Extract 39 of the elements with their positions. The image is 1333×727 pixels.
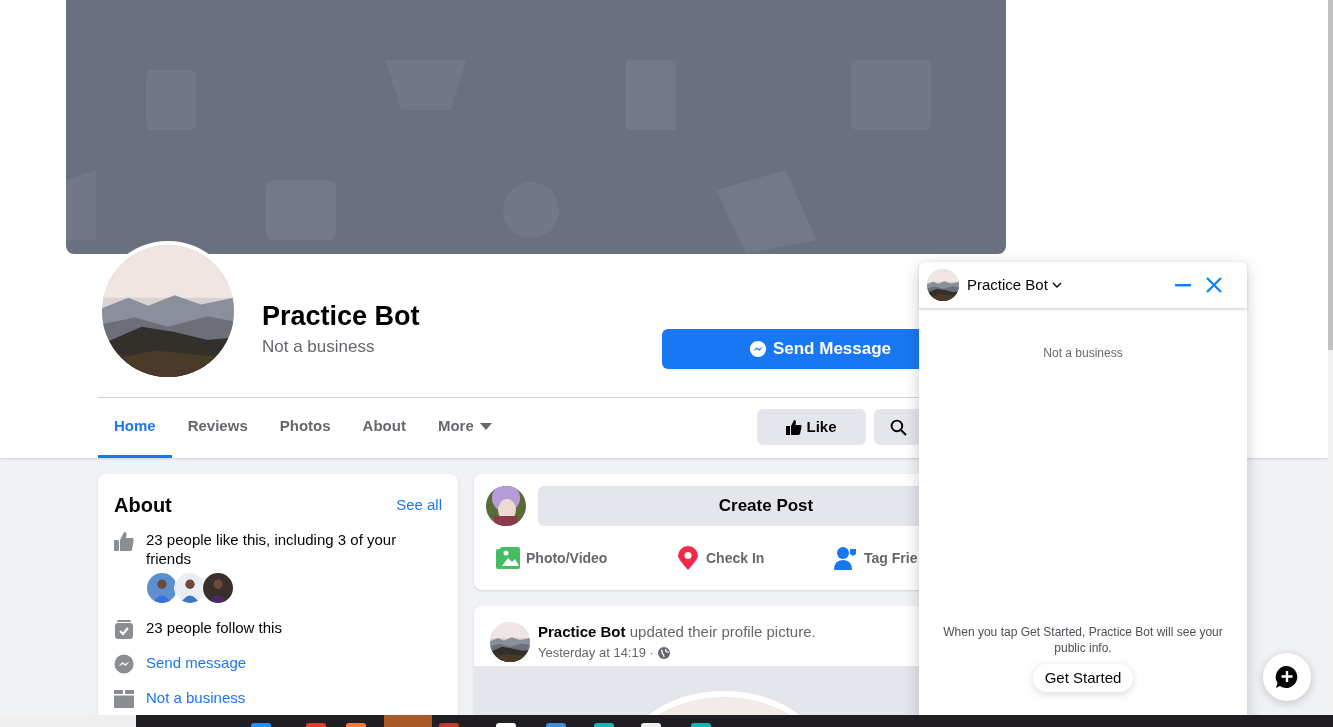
section-title: About [114, 493, 172, 518]
tab[interactable]: Home [98, 398, 172, 458]
chevron-down-icon [1051, 282, 1062, 288]
messenger-icon [114, 654, 134, 674]
page-category: Not a business [262, 336, 376, 358]
about-text: 23 people follow this [146, 618, 283, 637]
tab[interactable]: More [421, 398, 508, 458]
photo-icon [496, 546, 520, 570]
messenger-icon [748, 340, 767, 358]
get-started-button[interactable]: Get Started [1032, 664, 1134, 692]
post-time: Yesterday at 14:19 · [538, 643, 654, 662]
like-button[interactable]: Like [757, 409, 866, 445]
about-link[interactable]: Send message [146, 653, 442, 672]
composer-action[interactable]: Tag Frie [824, 538, 982, 578]
taskbar-app-highlight [384, 715, 432, 727]
search-button[interactable] [874, 409, 922, 445]
thumbs-up-icon [786, 419, 803, 435]
close-icon[interactable] [1206, 277, 1222, 293]
post-headline: Practice Bot updated their profile picture. [538, 621, 816, 641]
composer-action[interactable]: Check In [666, 538, 824, 578]
thumbs-up-icon [114, 531, 134, 551]
new-message-icon [1275, 665, 1299, 689]
search-icon [889, 418, 907, 436]
person-tag-icon [834, 546, 858, 570]
location-pin-icon [676, 546, 700, 570]
page-name: Practice Bot [262, 300, 421, 333]
composer-action[interactable]: Photo/Video [486, 538, 666, 578]
globe-icon [657, 646, 670, 659]
tab[interactable]: Photos [263, 398, 347, 458]
about-text: 23 people like this, including 3 of your friends [146, 530, 398, 568]
tab[interactable]: About [346, 398, 422, 458]
chat-notice: When you tap Get Started, Practice Bot will see your public info. [942, 624, 1224, 656]
about-link[interactable]: Not a business [146, 688, 442, 707]
chat-subtitle: Not a business [1043, 345, 1123, 362]
chat-title[interactable]: Practice Bot [967, 273, 1062, 297]
see-all-link[interactable]: See all [396, 493, 442, 517]
tab[interactable]: Reviews [171, 398, 264, 458]
check-box-icon [114, 619, 134, 639]
caret-icon [479, 422, 492, 431]
